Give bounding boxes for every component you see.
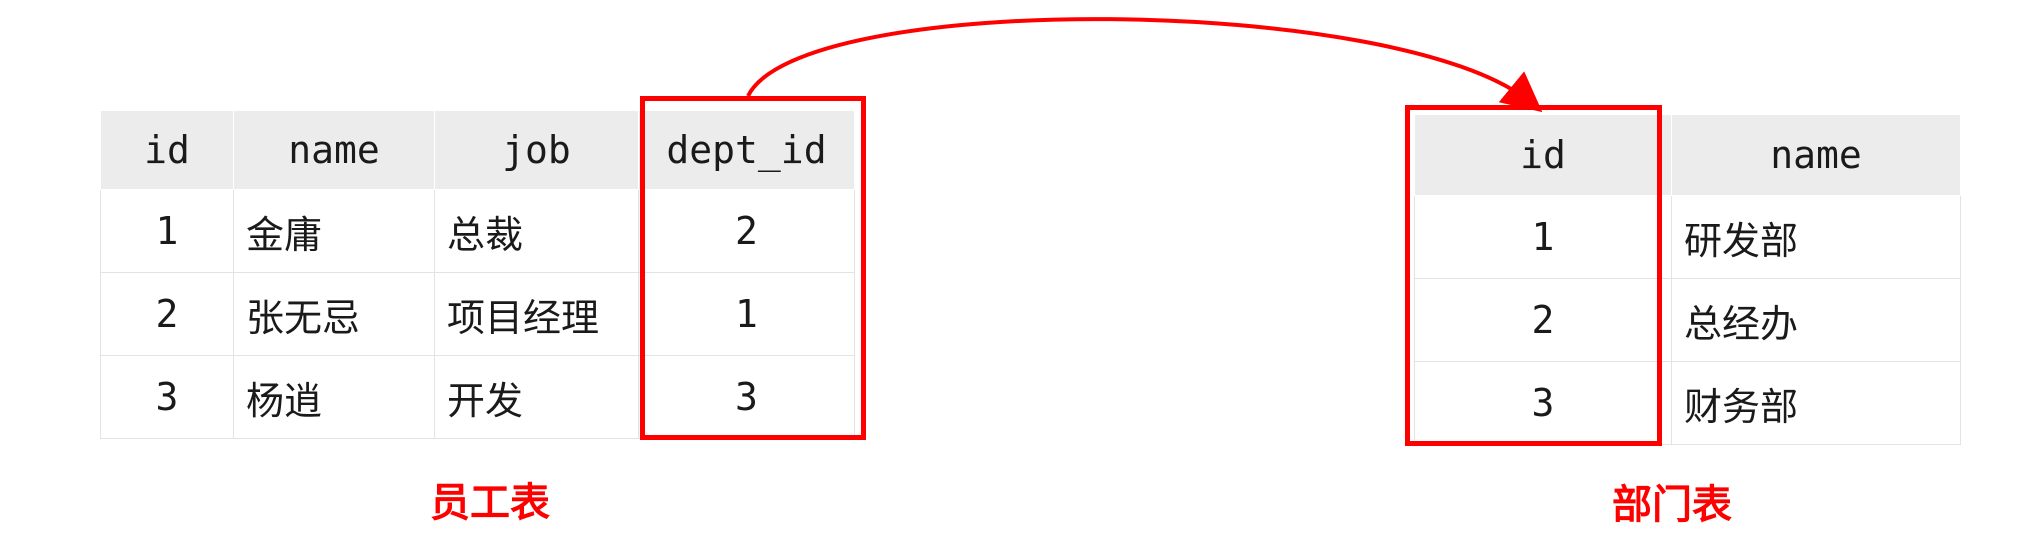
employee-table-caption: 员工表: [430, 480, 550, 526]
employee-cell-job: 总裁: [434, 189, 639, 273]
department-header-name: name: [1671, 114, 1961, 196]
employee-cell-id: 1: [100, 189, 234, 273]
department-cell-name: 总经办: [1671, 278, 1961, 362]
department-table-caption: 部门表: [1612, 482, 1732, 528]
department-id-highlight-box: [1405, 105, 1662, 446]
employee-cell-name: 张无忌: [233, 272, 435, 356]
employee-cell-id: 3: [100, 355, 234, 439]
employee-cell-job: 项目经理: [434, 272, 639, 356]
department-cell-name: 研发部: [1671, 195, 1961, 279]
dept-id-highlight-box: [640, 96, 866, 440]
employee-header-name: name: [233, 110, 435, 190]
department-cell-name: 财务部: [1671, 361, 1961, 445]
employee-header-id: id: [100, 110, 234, 190]
arrow-curve: [746, 17, 1543, 113]
employee-cell-id: 2: [100, 272, 234, 356]
employee-cell-name: 杨逍: [233, 355, 435, 439]
employee-cell-name: 金庸: [233, 189, 435, 273]
employee-cell-job: 开发: [434, 355, 639, 439]
employee-header-job: job: [434, 110, 639, 190]
